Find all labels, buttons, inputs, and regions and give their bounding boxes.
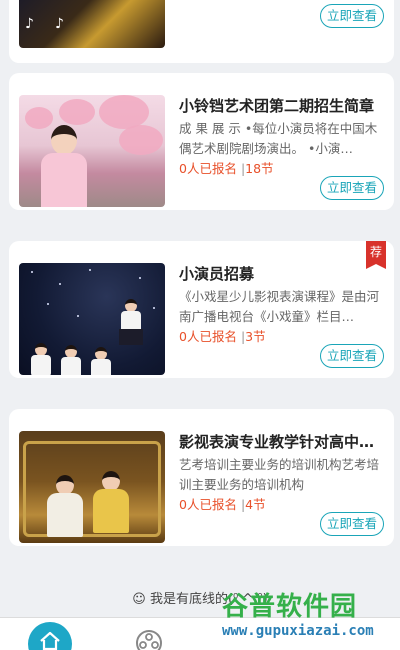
tiktok-icon: ♪	[25, 16, 34, 32]
enrolled-count: 0人已报名	[179, 497, 237, 512]
costumed-child-figure	[47, 475, 83, 537]
course-description: 艺考培训主要业务的培训机构艺考培训主要业务的培训机构	[179, 457, 380, 492]
site-watermark: 谷普软件园 www.gupuxiazai.com	[218, 586, 400, 650]
course-meta: 0人已报名 |3节	[179, 326, 266, 345]
costumed-child-figure	[93, 471, 129, 533]
lesson-count: 18节	[245, 161, 274, 176]
course-thumbnail	[19, 263, 165, 375]
view-button[interactable]: 立即查看	[320, 4, 384, 28]
course-description: 《小戏星少儿影视表演课程》是由河南广播电视台《小戏童》栏目…	[179, 289, 380, 324]
course-title: 小演员招募	[179, 265, 255, 283]
view-button[interactable]: 立即查看	[320, 512, 384, 536]
course-title: 影视表演专业教学针对高中…	[179, 433, 375, 451]
tiktok-icon: ♪	[55, 16, 64, 32]
lesson-count: 3节	[245, 329, 266, 344]
course-thumbnail	[19, 431, 165, 543]
course-description: 成 果 展 示 •每位小演员将在中国木偶艺术剧院剧场演出。 •小演…	[179, 121, 378, 156]
performer-figure	[59, 345, 83, 375]
performer-figure	[29, 343, 53, 375]
course-card[interactable]: 影视表演专业教学针对高中… 艺考培训主要业务的培训机构艺考培训主要业务的培训机构…	[9, 409, 394, 546]
enrolled-count: 0人已报名	[179, 329, 237, 344]
home-icon	[40, 631, 60, 650]
course-thumbnail: ♪ ♪	[19, 0, 165, 48]
course-title: 小铃铛艺术团第二期招生简章	[179, 97, 375, 115]
course-card-partial[interactable]: ♪ ♪ 立即查看	[9, 0, 394, 63]
enrolled-count: 0人已报名	[179, 161, 237, 176]
tab-home[interactable]	[28, 622, 72, 650]
view-button[interactable]: 立即查看	[320, 344, 384, 368]
film-reel-icon[interactable]	[134, 628, 164, 650]
course-meta: 0人已报名 |18节	[179, 158, 274, 177]
view-button[interactable]: 立即查看	[320, 176, 384, 200]
girl-figure	[37, 125, 91, 207]
course-card[interactable]: 小铃铛艺术团第二期招生简章 成 果 展 示 •每位小演员将在中国木偶艺术剧院剧场…	[9, 73, 394, 210]
course-card[interactable]: 荐 小演员招募 《小戏星少儿影视表演课程》是由河南广播电视台《小戏童》栏目… 0…	[9, 241, 394, 378]
watermark-title: 谷普软件园	[222, 592, 358, 622]
performer-figure	[89, 347, 113, 375]
course-meta: 0人已报名 |4节	[179, 494, 266, 513]
watermark-url: www.gupuxiazai.com	[222, 623, 374, 639]
performer-figure	[119, 299, 143, 345]
course-thumbnail	[19, 95, 165, 207]
lesson-count: 4节	[245, 497, 266, 512]
